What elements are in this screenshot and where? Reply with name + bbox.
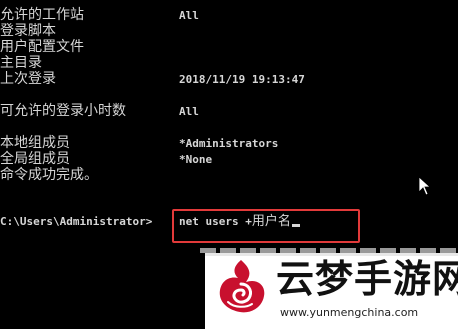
line-value: *None [179,153,213,166]
line-value: *Administrators [179,137,279,150]
watermark-title: 云梦手游网 [276,257,458,301]
line-home-directory: 主目录 [0,55,42,71]
command-prompt: C:\Users\Administrator> [0,215,153,228]
yunmeng-logo-icon [219,260,265,313]
line-allowed-workstations: 允许的工作站 [0,7,84,23]
line-label: 主目录 [0,55,42,71]
line-label: 本地组成员 [0,135,70,151]
line-user-profile: 用户配置文件 [0,39,84,55]
line-value: All [179,9,199,22]
line-label: 全局组成员 [0,151,70,167]
watermark-url: www.yunmengchina.com [280,306,419,319]
line-label: 上次登录 [0,71,56,87]
line-label: 命令成功完成。 [0,167,98,183]
line-local-groups: 本地组成员 [0,135,70,151]
line-value: All [179,105,199,118]
line-label: 允许的工作站 [0,7,84,23]
mouse-pointer-icon [418,176,432,196]
line-global-groups: 全局组成员 [0,151,70,167]
command-prompt-window[interactable]: 允许的工作站 All 登录脚本 用户配置文件 主目录 上次登录 2018/11/… [0,0,458,329]
line-command-success: 命令成功完成。 [0,167,98,183]
line-logon-hours: 可允许的登录小时数 [0,103,126,119]
line-value: 2018/11/19 19:13:47 [179,73,305,86]
line-logon-script: 登录脚本 [0,23,56,39]
line-last-logon: 上次登录 [0,71,56,87]
line-label: 登录脚本 [0,23,56,39]
line-label: 可允许的登录小时数 [0,103,126,119]
command-highlight-box [172,209,360,243]
line-label: 用户配置文件 [0,39,84,55]
